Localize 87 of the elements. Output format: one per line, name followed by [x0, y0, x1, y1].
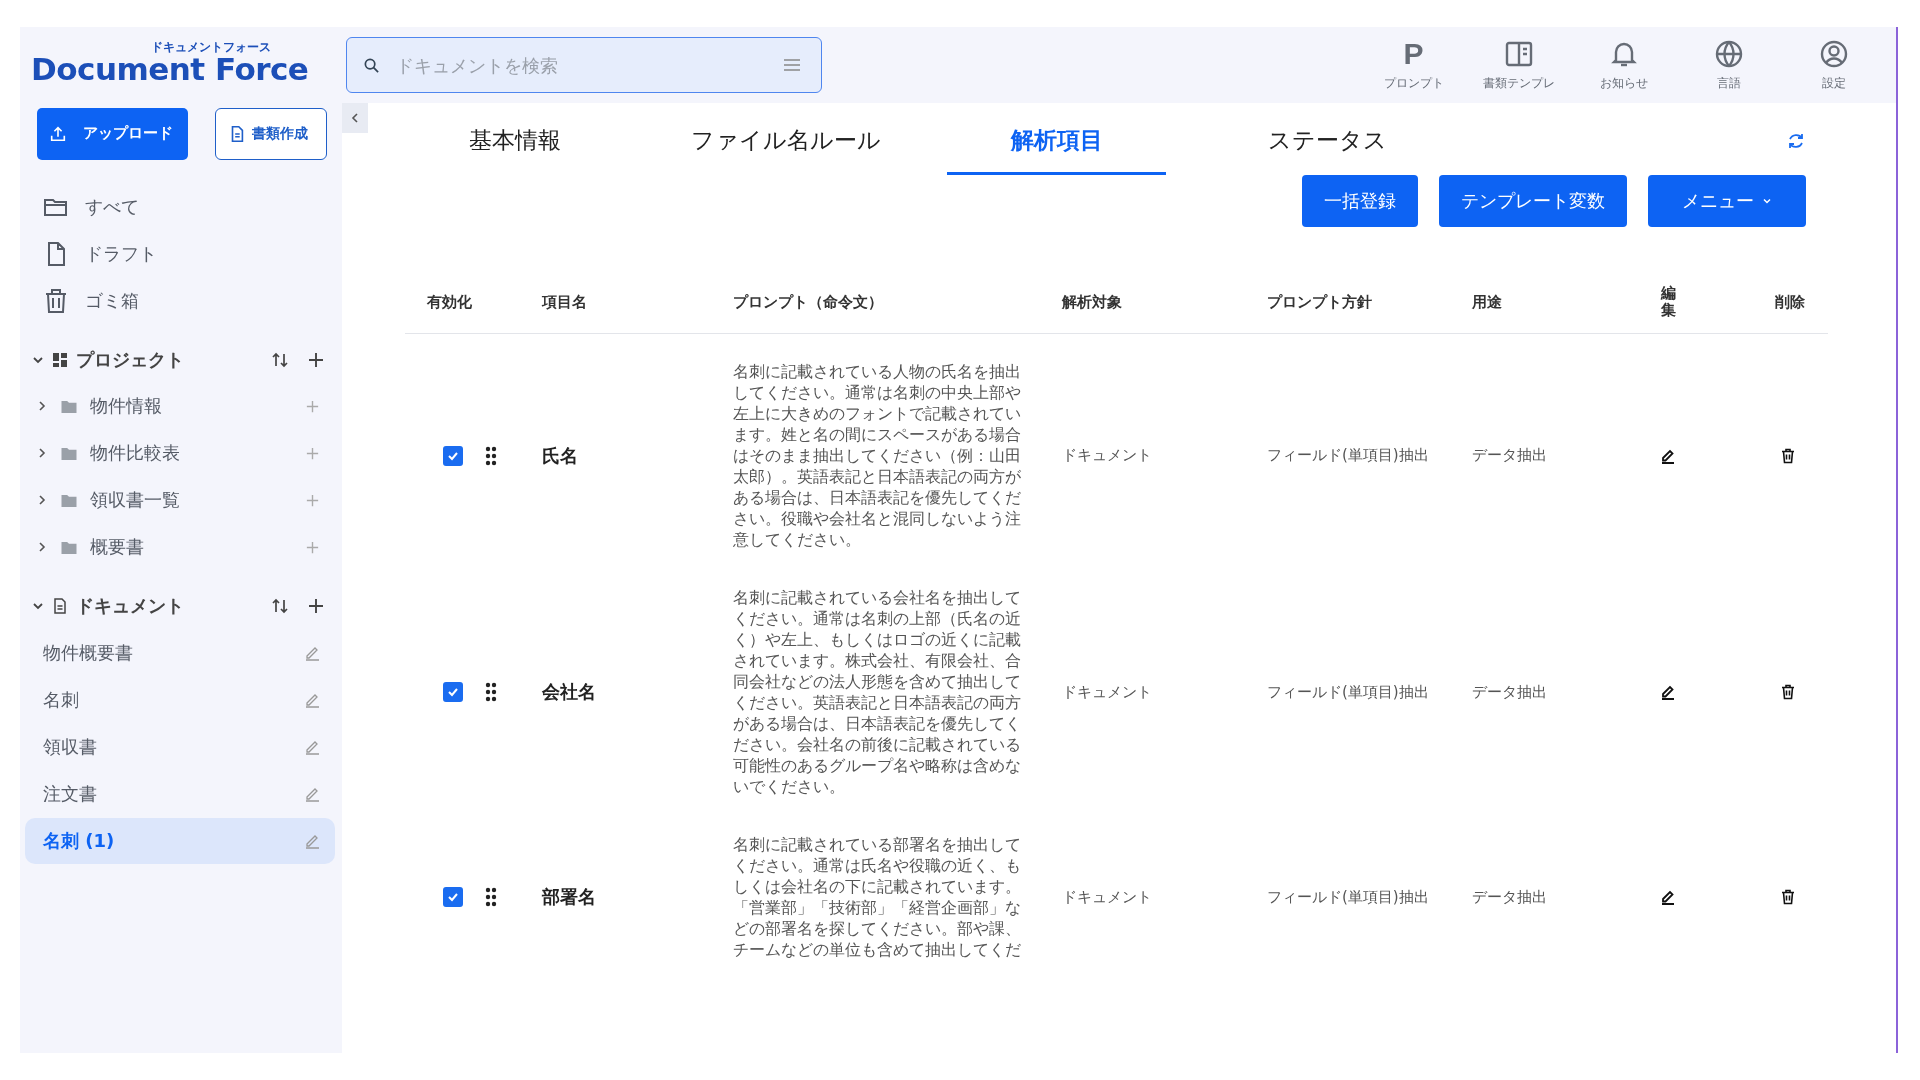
- column-header: 用途: [1472, 292, 1502, 311]
- table-cell: データ抽出: [1472, 682, 1547, 701]
- action-button[interactable]: 一括登録: [1302, 175, 1418, 227]
- nav-item[interactable]: ゴミ箱: [25, 277, 335, 325]
- drag-handle-icon[interactable]: [485, 887, 497, 907]
- column-header: プロンプト（命令文）: [733, 292, 883, 311]
- section-title: ドキュメント: [76, 593, 185, 618]
- tab[interactable]: 基本情報: [405, 125, 624, 175]
- create-document-button[interactable]: 書類作成: [215, 107, 327, 160]
- chevron-right-icon[interactable]: [36, 447, 48, 460]
- toolbar-button[interactable]: 言語: [1676, 38, 1781, 92]
- chevron-right-icon[interactable]: [36, 494, 48, 507]
- table-cell: フィールド(単項目)抽出: [1267, 887, 1429, 906]
- document-item[interactable]: 名刺 (1): [25, 817, 335, 864]
- refresh-icon[interactable]: [1786, 131, 1806, 151]
- drag-handle-icon[interactable]: [485, 445, 497, 466]
- table-cell: ドキュメント: [1062, 446, 1152, 464]
- add-icon[interactable]: [307, 350, 325, 369]
- table-cell: データ抽出: [1472, 446, 1547, 464]
- drag-handle-icon[interactable]: [485, 682, 497, 702]
- action-button[interactable]: メニュー: [1648, 175, 1806, 227]
- project-item[interactable]: 物件比較表: [25, 429, 335, 477]
- trash-icon: [43, 288, 69, 315]
- prompt-text: 名刺に記載されている人物の氏名を抽出してください。通常は名刺の中央上部や左上に大きめのフォントで記載されています。姓と名の間にスペースがある場合はそのまま抽出してください（例：山田太郎）。英語表記と日本語表記の両方がある場合は、日本語表記を優先してください。役職や会社名と混同しないよう注意してください。: [733, 361, 1021, 550]
- chevron-right-icon[interactable]: [36, 400, 48, 413]
- toolbar-button[interactable]: P プロンプト: [1361, 38, 1466, 92]
- folder-icon: [60, 445, 78, 461]
- column-header: プロンプト方針: [1267, 292, 1372, 311]
- nav-item[interactable]: すべて: [25, 183, 335, 231]
- folder-icon: [60, 398, 78, 414]
- chevron-left-icon: [349, 112, 361, 124]
- checkbox[interactable]: [443, 445, 463, 466]
- delete-icon[interactable]: [1779, 683, 1797, 701]
- document-item[interactable]: 領収書: [25, 723, 335, 770]
- project-item[interactable]: 領収書一覧: [25, 476, 335, 524]
- add-icon[interactable]: [307, 596, 325, 615]
- section-title: プロジェクト: [76, 347, 185, 372]
- item-name: 部署名: [542, 886, 596, 907]
- tab[interactable]: 解析項目: [947, 125, 1166, 175]
- chevron-right-icon[interactable]: [36, 541, 48, 554]
- project-item[interactable]: 物件情報: [25, 382, 335, 430]
- column-header: 解析対象: [1062, 292, 1122, 311]
- table-cell: ドキュメント: [1062, 887, 1152, 906]
- edit-icon[interactable]: [1659, 683, 1677, 701]
- table-cell: フィールド(単項目)抽出: [1267, 682, 1429, 701]
- document-item[interactable]: 物件概要書: [25, 629, 335, 676]
- prompt-text: 名刺に記載されている部署名を抽出してください。通常は氏名や役職の近く、もしくは会社名の下に記載されています。「営業部」「技術部」「経営企画部」などの部署名を探してください。部や課、チームなどの単位も含めて抽出してくだ: [733, 834, 1021, 960]
- user-icon: [1818, 38, 1849, 69]
- edit-icon[interactable]: [1659, 888, 1677, 906]
- action-button[interactable]: テンプレート変数: [1439, 175, 1627, 227]
- tab[interactable]: ステータス: [1218, 125, 1437, 175]
- search-input[interactable]: ドキュメントを検索: [394, 53, 769, 77]
- item-name: 会社名: [542, 681, 596, 702]
- column-header: 有効化: [427, 292, 472, 311]
- grid-icon: [52, 351, 68, 368]
- document-item[interactable]: 注文書: [25, 770, 335, 817]
- table-cell: フィールド(単項目)抽出: [1267, 446, 1429, 464]
- nav-item[interactable]: ドラフト: [25, 230, 335, 278]
- search-icon: [363, 56, 380, 74]
- table-cell: データ抽出: [1472, 887, 1547, 906]
- logo-kana: ドキュメントフォース: [151, 41, 271, 53]
- upload-icon: [49, 124, 67, 143]
- toolbar-button[interactable]: お知らせ: [1571, 38, 1676, 92]
- checkbox[interactable]: [443, 887, 463, 907]
- globe-icon: [1713, 38, 1744, 69]
- prompt-text: 名刺に記載されている会社名を抽出してください。通常は名刺の上部（氏名の近く）や左上、もしくはロゴの近くに記載されています。株式会社、有限会社、合同会社などの法人形態を含めて抽出してください。英語表記と日本語表記の両方がある場合は、日本語表記を優先してください。会社名の前後に記載されている可能性のあるグループ名や略称は含めないでください。: [733, 587, 1021, 797]
- tab[interactable]: ファイル名ルール: [676, 125, 895, 175]
- folder-icon: [60, 492, 78, 508]
- sort-icon[interactable]: [271, 350, 289, 369]
- toolbar-button[interactable]: 設定: [1781, 38, 1886, 92]
- column-header: 項目名: [542, 292, 587, 311]
- item-name: 氏名: [542, 444, 578, 466]
- upload-button[interactable]: アップロード: [37, 107, 188, 160]
- delete-icon[interactable]: [1779, 446, 1797, 465]
- search-field[interactable]: ドキュメントを検索: [346, 37, 822, 93]
- column-header: 削除: [1775, 292, 1805, 311]
- project-item[interactable]: 概要書: [25, 523, 335, 571]
- sort-icon[interactable]: [271, 596, 289, 615]
- table-cell: ドキュメント: [1062, 682, 1152, 701]
- document-item[interactable]: 名刺: [25, 676, 335, 723]
- toolbar-button[interactable]: 書類テンプレ: [1466, 38, 1571, 92]
- checkbox[interactable]: [443, 682, 463, 702]
- column-header: 編集: [1660, 285, 1676, 319]
- document-icon: [52, 597, 68, 614]
- folder-icon: [60, 539, 78, 555]
- logo-text: Document Force: [31, 53, 309, 86]
- delete-icon[interactable]: [1779, 888, 1797, 906]
